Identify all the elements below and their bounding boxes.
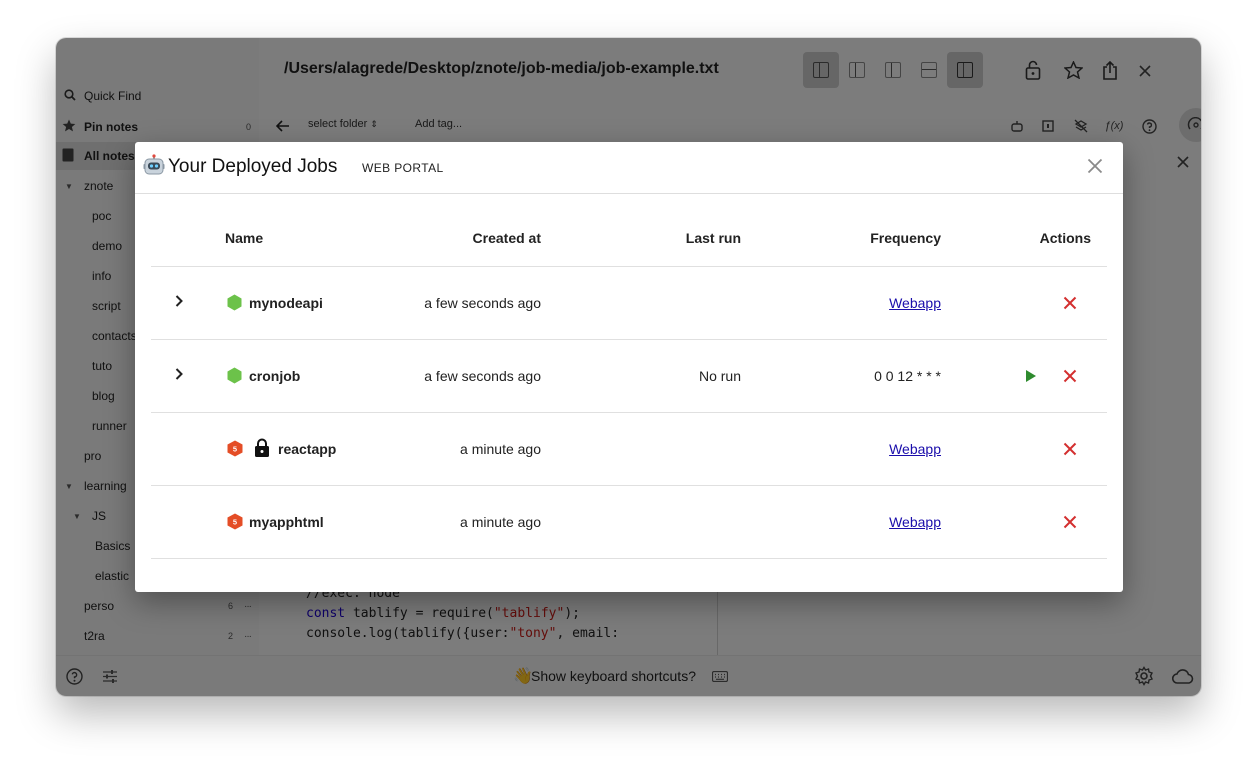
job-created: a minute ago [460,441,541,457]
column-header-name: Name [225,230,264,246]
svg-text:5: 5 [233,518,237,527]
webapp-link[interactable]: Webapp [889,514,941,530]
job-frequency: 0 0 12 * * * [874,368,941,384]
robot-icon [143,154,165,178]
job-created: a few seconds ago [424,368,541,384]
job-name: mynodeapi [249,295,323,311]
column-header-actions: Actions [1039,230,1091,246]
webapp-link[interactable]: Webapp [889,295,941,311]
job-name: reactapp [278,441,337,457]
column-header-lastrun: Last run [685,230,741,246]
table-row: 5 myapphtml a minute ago Webapp [151,486,1107,559]
modal-header: Your Deployed Jobs WEB PORTAL [135,142,1123,194]
job-created: a minute ago [460,514,541,530]
deployed-jobs-modal: Your Deployed Jobs WEB PORTAL Name Creat… [135,142,1123,592]
web-portal-link[interactable]: WEB PORTAL [362,161,444,175]
nodejs-icon [227,294,243,311]
modal-close-icon[interactable] [1083,154,1107,178]
svg-text:5: 5 [233,445,237,454]
modal-title: Your Deployed Jobs [168,156,338,177]
run-button[interactable] [1022,367,1040,385]
delete-button[interactable] [1061,367,1079,385]
nodejs-icon [227,367,243,384]
html5-icon: 5 [227,440,243,457]
job-created: a few seconds ago [424,295,541,311]
delete-button[interactable] [1061,513,1079,531]
expand-chevron-icon[interactable] [171,364,187,384]
job-name: cronjob [249,368,301,384]
column-header-frequency: Frequency [870,230,941,246]
table-row: 5 reactapp a minute ago Webapp [151,413,1107,486]
webapp-link[interactable]: Webapp [889,441,941,457]
job-name: myapphtml [249,514,324,530]
table-row: cronjob a few seconds ago No run 0 0 12 * *… [151,340,1107,413]
delete-button[interactable] [1061,440,1079,458]
column-header-created: Created at [472,230,541,246]
html5-icon: 5 [227,513,243,530]
delete-button[interactable] [1061,294,1079,312]
job-lastrun: No run [698,368,741,384]
expand-chevron-icon[interactable] [171,291,187,311]
table-row: mynodeapi a few seconds ago Webapp [151,267,1107,340]
lock-icon [254,438,272,458]
